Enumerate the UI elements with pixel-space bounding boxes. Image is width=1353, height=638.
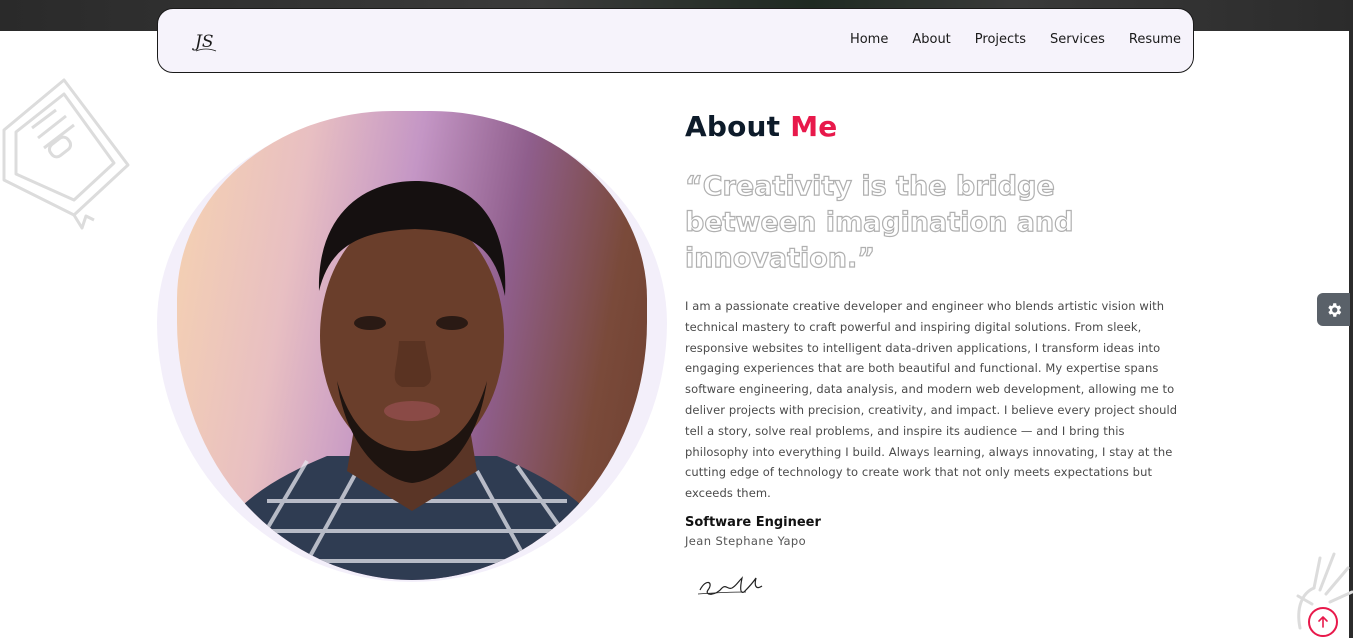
role-title: Software Engineer xyxy=(685,515,821,530)
section-title-main: About xyxy=(685,110,781,143)
page: JS Home About Projects Services Resume A… xyxy=(0,0,1353,638)
settings-button[interactable] xyxy=(1317,293,1350,326)
nav-link-home[interactable]: Home xyxy=(850,32,888,47)
section-title: About Me xyxy=(685,110,838,143)
nav-link-projects[interactable]: Projects xyxy=(975,32,1026,47)
nav-link-services[interactable]: Services xyxy=(1050,32,1105,47)
bio-paragraph: I am a passionate creative developer and… xyxy=(685,299,1178,501)
signature-image xyxy=(697,576,763,595)
gear-icon xyxy=(1327,302,1341,317)
nav-links: Home About Projects Services Resume xyxy=(850,32,1181,47)
author-name: Jean Stephane Yapo xyxy=(685,534,807,548)
arrow-up-icon xyxy=(1318,616,1328,628)
logo[interactable]: JS xyxy=(192,27,220,55)
nav-link-about[interactable]: About xyxy=(912,32,950,47)
book-outline-icon xyxy=(2,78,130,230)
navbar: JS Home About Projects Services Resume xyxy=(157,8,1194,73)
nav-link-resume[interactable]: Resume xyxy=(1129,32,1181,47)
quote: “Creativity is the bridge between imagin… xyxy=(684,170,1074,274)
scroll-to-top-button[interactable] xyxy=(1308,607,1338,637)
section-title-accent: Me xyxy=(790,110,838,143)
